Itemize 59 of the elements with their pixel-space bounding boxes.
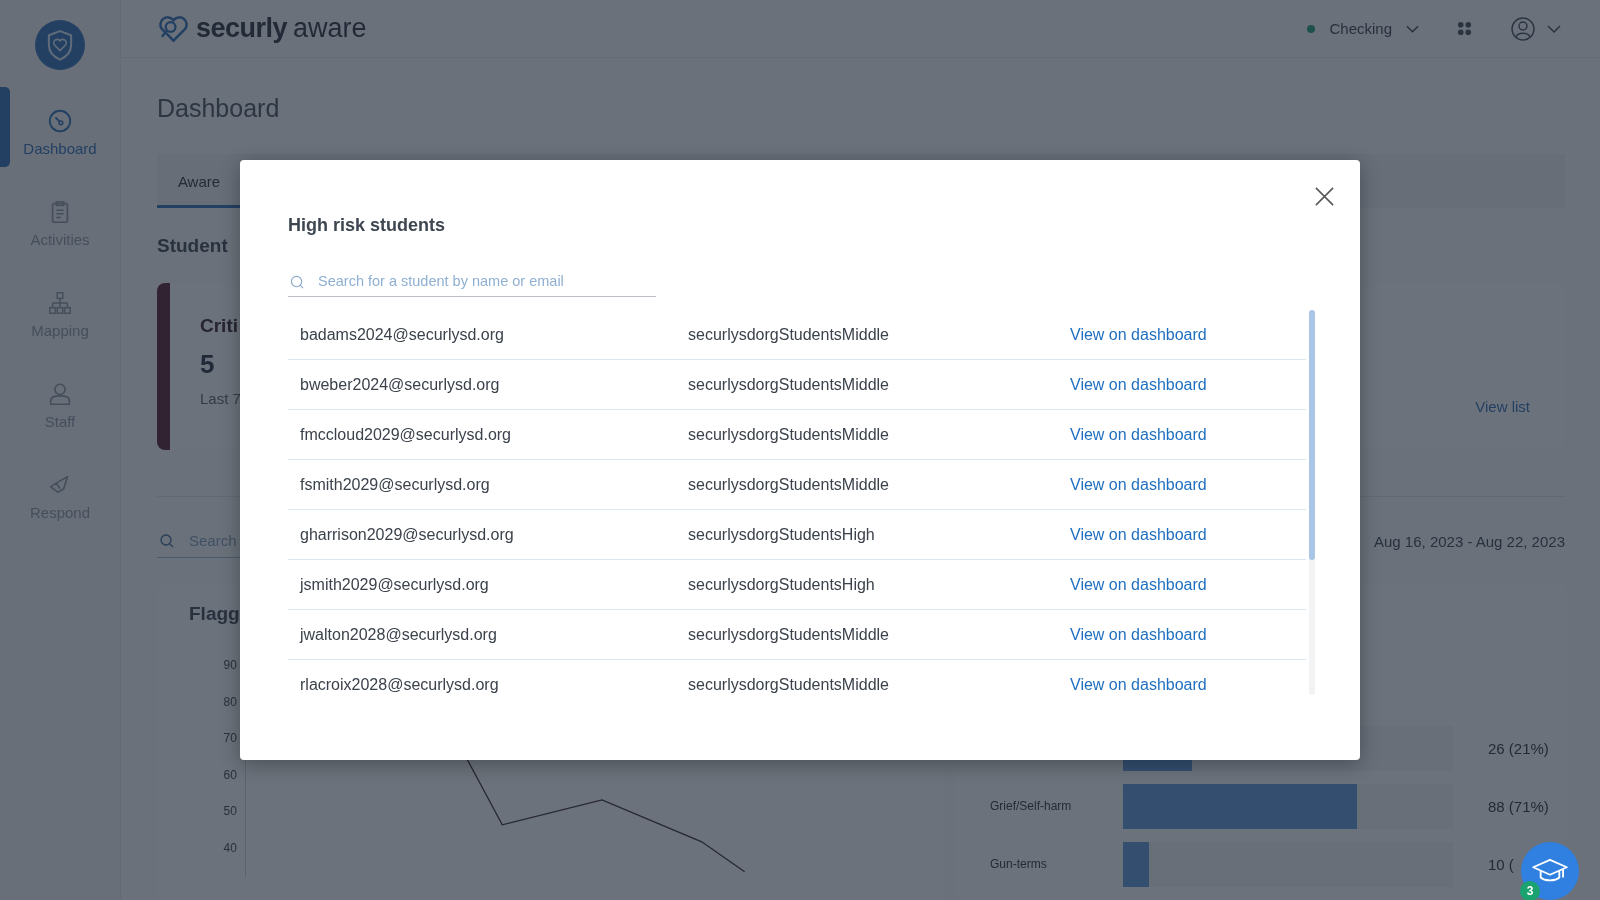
view-on-dashboard-link[interactable]: View on dashboard (1070, 625, 1207, 644)
view-on-dashboard-link[interactable]: View on dashboard (1070, 575, 1207, 594)
student-group: securlysdorgStudentsMiddle (688, 425, 1070, 444)
view-list-link[interactable]: View list (1475, 398, 1530, 415)
y-tick-label: 70 (223, 730, 237, 747)
y-tick-label: 50 (223, 803, 237, 820)
view-on-dashboard-link[interactable]: View on dashboard (1070, 325, 1207, 344)
view-on-dashboard-link[interactable]: View on dashboard (1070, 475, 1207, 494)
count: 5 (200, 349, 216, 380)
y-tick-label: 90 (223, 657, 237, 674)
student-email: gharrison2029@securlysd.org (299, 525, 515, 544)
scrollbar[interactable] (1309, 310, 1315, 695)
shield-heart-logo-icon (35, 20, 85, 70)
view-on-dashboard-link[interactable]: View on dashboard (1070, 675, 1207, 694)
student-group: securlysdorgStudentsMiddle (688, 325, 1070, 344)
dialog-title: High risk students (288, 215, 447, 237)
page-title: Dashboard (157, 94, 281, 124)
student-group: securlysdorgStudentsHigh (688, 575, 1070, 594)
student-email: rlacroix2028@securlysd.org (299, 675, 500, 694)
apps-icon[interactable] (1457, 21, 1472, 36)
view-on-dashboard-link[interactable]: View on dashboard (1070, 375, 1207, 394)
student-group: securlysdorgStudentsMiddle (688, 625, 1070, 644)
chevron-down-icon (1406, 24, 1419, 33)
date-range[interactable]: Aug 16, 2023 - Aug 22, 2023 (1374, 532, 1565, 550)
card-title: Flagg (189, 603, 241, 625)
student-email: badams2024@securlysd.org (299, 325, 505, 344)
student-email: bweber2024@securlysd.org (299, 375, 501, 394)
student-email: fsmith2029@securlysd.org (299, 475, 491, 494)
student-group: securlysdorgStudentsHigh (688, 525, 1070, 544)
view-on-dashboard-link[interactable]: View on dashboard (1070, 425, 1207, 444)
student-group: securlysdorgStudentsMiddle (688, 375, 1070, 394)
search-icon (290, 275, 305, 290)
category-count: 26 (21%) (1488, 739, 1549, 757)
person-icon (47, 381, 73, 407)
category-count: 10 ( (1488, 855, 1514, 873)
search-icon (159, 532, 175, 549)
student-group: securlysdorgStudentsMiddle (688, 475, 1070, 494)
heart-magnifier-logo-icon (157, 13, 190, 44)
section-title: Student (157, 235, 229, 258)
gauge-icon (47, 108, 73, 134)
student-search-field[interactable]: Search for a student by name or email (288, 265, 656, 297)
y-tick-label: 60 (223, 766, 237, 784)
category-count: 88 (71%) (1488, 797, 1549, 815)
brand-name: securly (196, 13, 288, 44)
brand-suffix: aware (293, 13, 367, 44)
user-menu-icon[interactable] (1510, 15, 1562, 42)
student-group: securlysdorgStudentsMiddle (688, 675, 1070, 694)
card-title: Criti (200, 315, 239, 337)
status-dropdown[interactable]: Checking (1307, 20, 1419, 37)
hierarchy-icon (47, 290, 73, 316)
category-label: Grief/Self-harm (990, 799, 1072, 813)
student-email: jwalton2028@securlysd.org (298, 625, 498, 644)
category-label: Gun-terms (990, 857, 1047, 871)
close-icon[interactable] (1314, 186, 1335, 207)
student-email: fmccloud2029@securlysd.org (299, 425, 512, 444)
student-email: jsmith2029@securlysd.org (298, 575, 490, 594)
y-tick-label: 40 (223, 839, 237, 857)
view-on-dashboard-link[interactable]: View on dashboard (1070, 525, 1207, 544)
y-tick-label: 80 (223, 693, 237, 711)
